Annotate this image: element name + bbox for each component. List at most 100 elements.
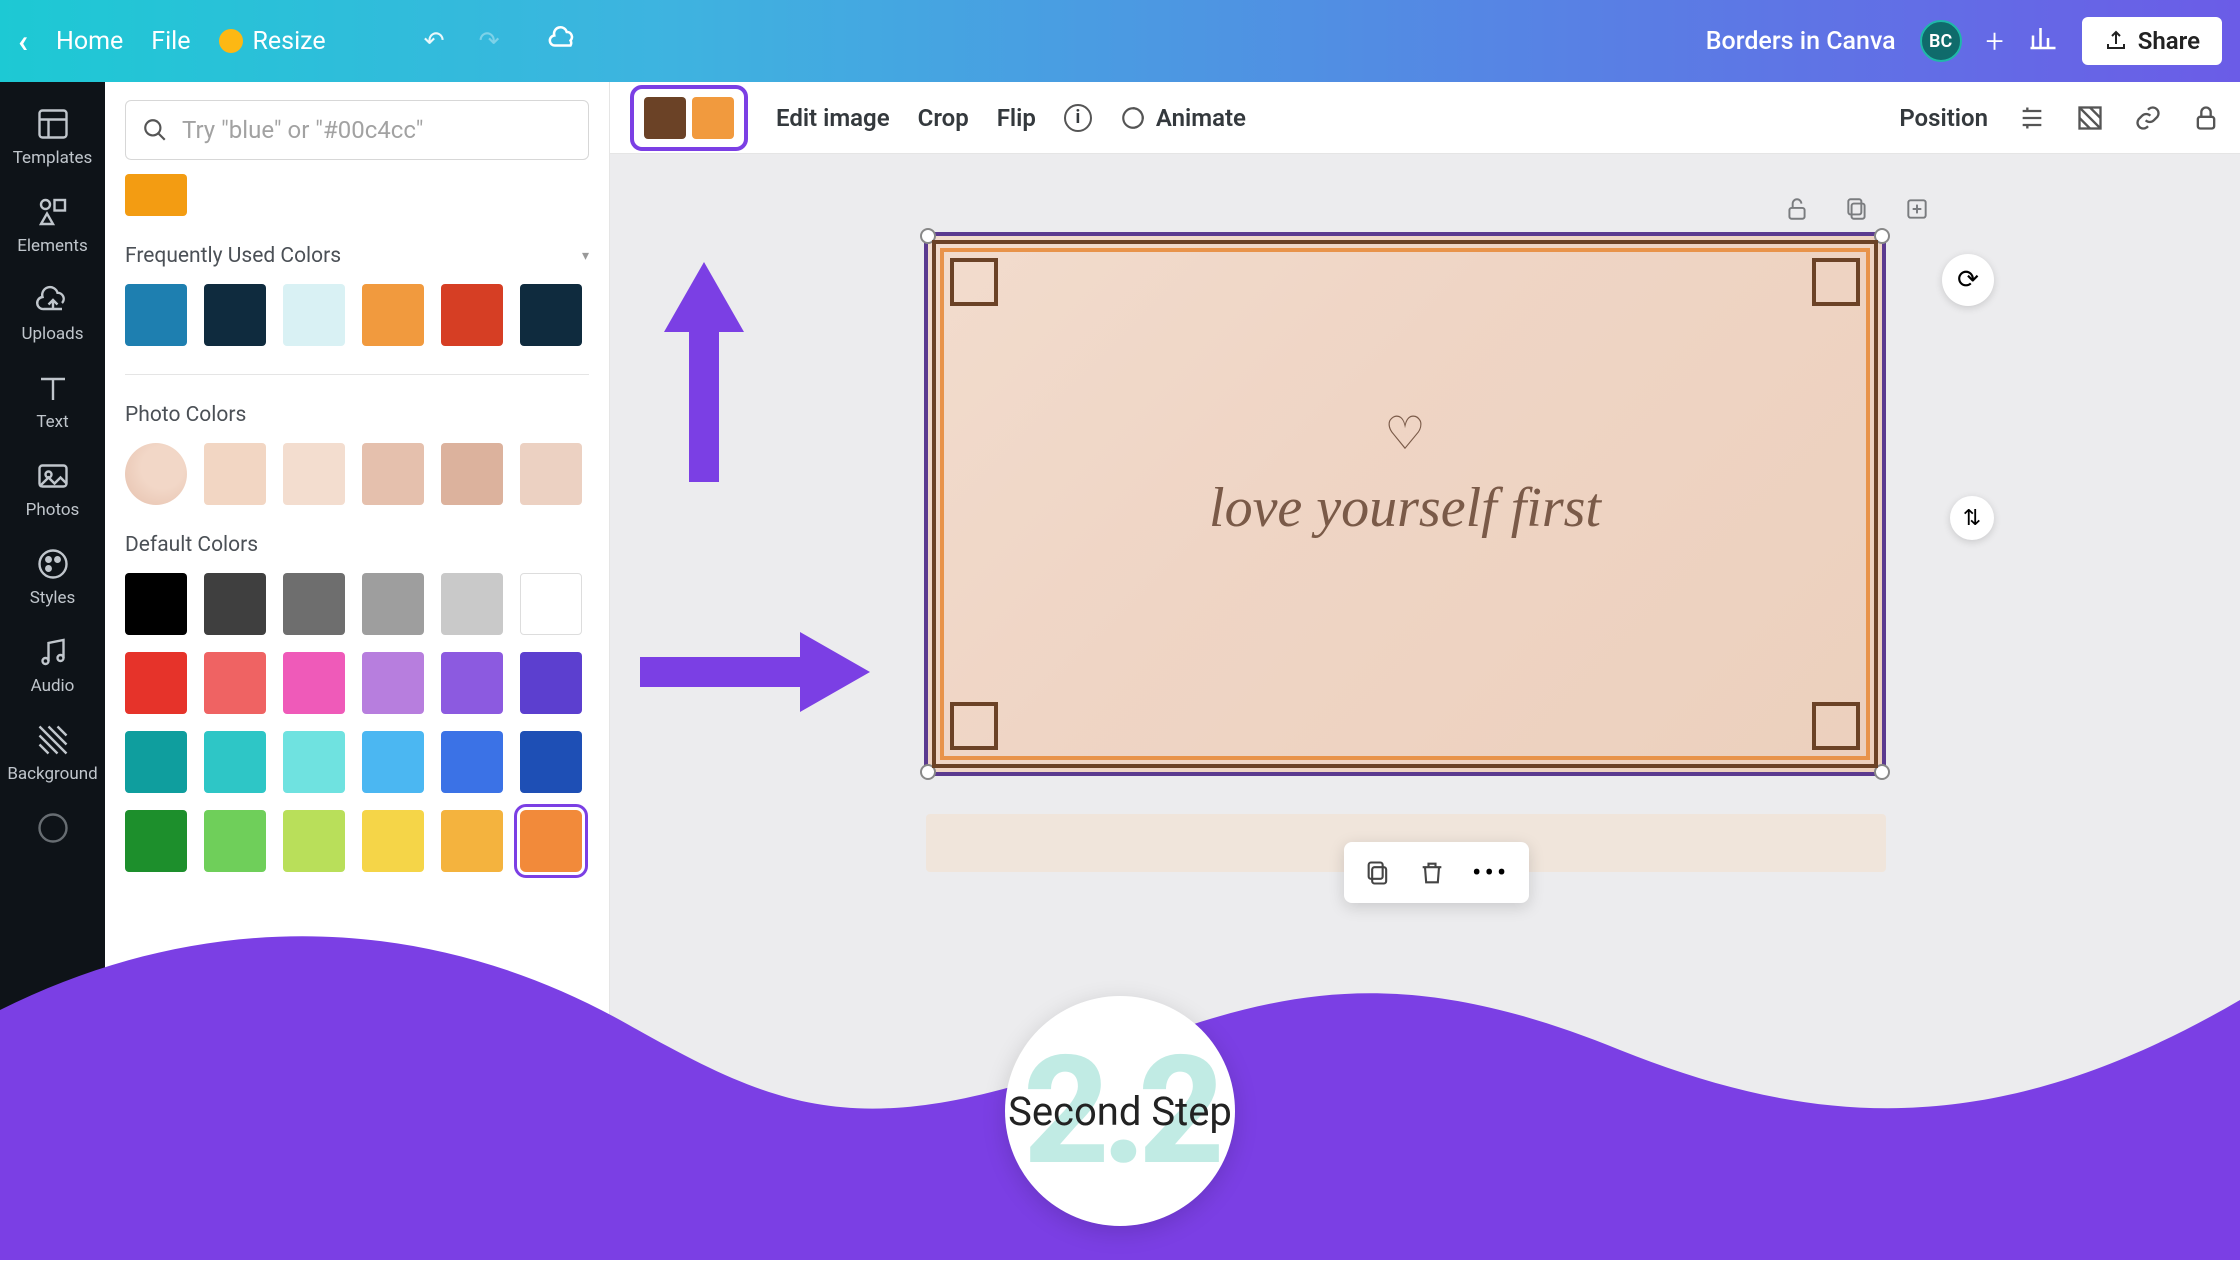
page-indicator[interactable]: 1 (2050, 1216, 2084, 1246)
color-swatch[interactable] (125, 810, 187, 872)
rail-background[interactable]: Background (0, 712, 105, 794)
selection-handle[interactable] (920, 228, 936, 244)
color-swatch[interactable] (441, 573, 503, 635)
selection-handle[interactable] (1874, 764, 1890, 780)
file-menu[interactable]: File (151, 27, 190, 56)
duplicate-page-icon[interactable] (1844, 196, 1870, 222)
home-menu[interactable]: Home (56, 27, 123, 56)
photo-color-source[interactable] (125, 443, 187, 505)
design-canvas-frame[interactable]: ♡ love yourself first (924, 232, 1886, 776)
color-swatch[interactable] (283, 652, 345, 714)
edit-image-button[interactable]: Edit image (776, 104, 890, 132)
color-swatch[interactable] (520, 443, 582, 505)
document-title[interactable]: Borders in Canva (1706, 27, 1896, 56)
flip-button[interactable]: Flip (997, 104, 1036, 132)
color-swatch[interactable] (283, 284, 345, 346)
rail-more[interactable] (0, 800, 105, 856)
color-search-input[interactable] (182, 116, 572, 144)
color-swatch[interactable] (441, 652, 503, 714)
selection-handle[interactable] (920, 764, 936, 780)
lock-icon[interactable] (2192, 104, 2220, 132)
rail-uploads[interactable]: Uploads (0, 272, 105, 354)
help-icon[interactable] (2180, 1216, 2210, 1246)
color-swatch[interactable] (204, 652, 266, 714)
element-color-swatches[interactable] (630, 85, 748, 151)
add-page-icon[interactable] (1904, 196, 1930, 222)
position-button[interactable]: Position (1899, 104, 1988, 132)
refresh-icon[interactable]: ⟳ (1942, 254, 1994, 306)
color-swatch[interactable] (125, 652, 187, 714)
rail-templates[interactable]: Templates (0, 96, 105, 178)
color-swatch[interactable] (204, 573, 266, 635)
duplicate-icon[interactable] (1364, 859, 1392, 887)
more-icon[interactable]: ••• (1472, 856, 1509, 889)
swap-icon[interactable]: ⇅ (1950, 496, 1994, 540)
color-swatch[interactable] (520, 652, 582, 714)
back-icon[interactable]: ‹ (18, 22, 28, 60)
color-swatch[interactable] (204, 443, 266, 505)
crop-button[interactable]: Crop (918, 104, 969, 132)
resize-menu[interactable]: Resize (219, 27, 326, 56)
canvas-lock-icon[interactable] (1784, 196, 1810, 222)
color-swatch[interactable] (441, 810, 503, 872)
spacing-icon[interactable] (2018, 104, 2046, 132)
recent-color-swatch[interactable] (125, 174, 187, 216)
user-avatar[interactable]: BC (1920, 20, 1962, 62)
color-swatch[interactable] (204, 810, 266, 872)
annotation-arrow-up (634, 232, 774, 492)
info-icon[interactable]: i (1064, 104, 1092, 132)
rail-elements[interactable]: Elements (0, 184, 105, 266)
trash-icon[interactable] (1418, 859, 1446, 887)
color-swatch[interactable] (362, 573, 424, 635)
color-search[interactable] (125, 100, 589, 160)
color-swatch[interactable] (362, 652, 424, 714)
color-swatch[interactable] (125, 284, 187, 346)
share-button[interactable]: Share (2082, 17, 2222, 65)
corner-ornament (950, 702, 998, 750)
link-icon[interactable] (2134, 104, 2162, 132)
color-swatch[interactable] (283, 810, 345, 872)
color-swatch[interactable] (362, 731, 424, 793)
color-swatch[interactable] (520, 810, 582, 872)
color-swatch[interactable] (362, 443, 424, 505)
add-collaborator-icon[interactable]: + (1986, 22, 2004, 60)
selection-handle[interactable] (1874, 228, 1890, 244)
color-swatch[interactable] (441, 731, 503, 793)
color-swatch[interactable] (441, 443, 503, 505)
canvas-main-text[interactable]: love yourself first (928, 476, 1882, 540)
color-swatch[interactable] (520, 573, 582, 635)
color-swatch[interactable] (283, 573, 345, 635)
analytics-icon[interactable] (2028, 23, 2058, 60)
rail-text[interactable]: Text (0, 360, 105, 442)
color-swatch[interactable] (204, 731, 266, 793)
color-swatch[interactable] (125, 731, 187, 793)
color-swatch[interactable] (125, 573, 187, 635)
undo-icon[interactable]: ↶ (424, 26, 445, 56)
chevron-down-icon[interactable]: ▾ (582, 248, 589, 264)
fullscreen-icon[interactable] (2118, 1217, 2146, 1245)
color-swatch[interactable] (283, 443, 345, 505)
transparency-icon[interactable] (2076, 104, 2104, 132)
rail-audio[interactable]: Audio (0, 624, 105, 706)
animate-button[interactable]: Animate (1120, 104, 1246, 132)
color-swatch[interactable] (362, 810, 424, 872)
cloud-sync-icon[interactable] (548, 23, 578, 60)
redo-icon[interactable]: ↷ (479, 26, 500, 56)
editor-toolbar: Edit image Crop Flip i Animate Position (610, 82, 2240, 154)
crown-icon (219, 29, 243, 53)
color-swatch[interactable] (520, 731, 582, 793)
color-swatch[interactable] (520, 284, 582, 346)
rail-photos[interactable]: Photos (0, 448, 105, 530)
color-swatch[interactable] (204, 284, 266, 346)
add-another-button[interactable]: + Add another (133, 1204, 302, 1234)
color-swatch[interactable] (441, 284, 503, 346)
color-swatch[interactable] (362, 284, 424, 346)
canvas[interactable]: ♡ love yourself first ⟳ ⇅ ••• (610, 154, 2240, 1200)
notes-icon[interactable] (640, 1217, 668, 1245)
animate-icon (1120, 105, 1146, 131)
annotation-arrow-right (630, 602, 900, 742)
notes-button[interactable]: Notes (686, 1217, 750, 1245)
rail-styles[interactable]: Styles (0, 536, 105, 618)
plus-circle-icon: + (133, 1204, 163, 1234)
color-swatch[interactable] (283, 731, 345, 793)
